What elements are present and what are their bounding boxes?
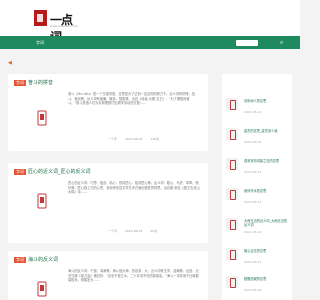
sidebar-item-title[interactable]: 大而无当的近义词_大而无当的反义词 [244, 219, 288, 227]
thumbnail-icon [37, 110, 47, 126]
logo-mark [34, 10, 47, 26]
sidebar-item[interactable]: 豪杰的意思_豪杰怎么读 2024-06-05 [226, 126, 288, 154]
sidebar-item-title[interactable]: 豪杰的意思_豪杰怎么读 [244, 129, 288, 133]
sidebar-thumbnail[interactable] [226, 98, 238, 110]
sidebar-item-date: 2024-06-11 [244, 200, 262, 204]
view-count: 59次 [150, 229, 158, 233]
sidebar-item[interactable]: 大而无当的近义词_大而无当的反义词 2024-06-10 [226, 216, 288, 244]
sidebar-thumbnail[interactable] [226, 128, 238, 140]
sidebar-item-title[interactable]: 雄心壮志的意思 [244, 249, 288, 253]
article-title[interactable]: 匠心的近义词_匠心的反义词 [28, 168, 91, 175]
sidebar-item-date: 2024-06-12 [244, 110, 262, 114]
sidebar-item-date: 2024-06-05 [244, 140, 262, 144]
notice-bar: ◀ [0, 58, 300, 68]
sidebar-item-date: 2024-06-11 [244, 260, 262, 264]
sidebar-item-title[interactable]: 百年树人的意思 [244, 99, 288, 103]
sidebar-item[interactable]: 燕雀安知鸿鹄之志的意思 2024-06-13 [226, 156, 288, 184]
sidebar-item-date: 2024-06-10 [244, 230, 262, 234]
thumbnail-icon [37, 193, 47, 209]
sidebar-recent-posts: 百年树人的意思 2024-06-12 豪杰的意思_豪杰怎么读 2024-06-0… [222, 74, 292, 300]
sidebar-thumbnail[interactable] [226, 158, 238, 170]
logo-tagline: www.example.com [50, 24, 79, 28]
sidebar-thumbnail[interactable] [226, 276, 238, 288]
sidebar-item[interactable]: 雄心壮志的意思 2024-06-11 [226, 246, 288, 274]
author[interactable]: 一个字 [108, 229, 117, 233]
article-excerpt: 奋斗（fèn dòu）是一个汉语词语，意思是为了达到一定目的而努力干。近义词有拼… [68, 92, 195, 106]
article-title[interactable]: 海斗的反义词 [28, 256, 58, 263]
sidebar-thumbnail[interactable] [226, 248, 238, 260]
category-label[interactable]: 字词 [14, 80, 26, 86]
article-card: 字词 匠心的近义词_匠心的反义词 匠心的近义词：巧思、独创、精心、别具匠心、独具… [8, 163, 208, 243]
sidebar-item[interactable]: 百年树人的意思 2024-06-12 [226, 96, 288, 124]
article-thumbnail[interactable] [32, 279, 52, 299]
megaphone-icon: ◀ [8, 60, 12, 66]
article-card: 字词 奋斗的拼音 奋斗（fèn dòu）是一个汉语词语，意思是为了达到一定目的而… [8, 74, 208, 151]
sidebar-item[interactable]: 狐假虎威的意思 2024-06-09 [226, 274, 288, 300]
thumbnail-icon [37, 281, 47, 297]
post-date: 2024-06-22 [124, 137, 143, 141]
sidebar-item-date: 2024-06-13 [244, 170, 262, 174]
top-header: 一点词 www.example.com [0, 0, 300, 44]
search-icon[interactable]: ⌕ [280, 40, 286, 46]
article-thumbnail[interactable] [32, 191, 52, 211]
sidebar-item-title[interactable]: 狐假虎威的意思 [244, 277, 288, 281]
author[interactable]: 一个字 [108, 137, 117, 141]
category-label[interactable]: 字词 [14, 169, 26, 175]
sidebar-item-date: 2024-06-09 [244, 288, 262, 292]
sidebar-thumbnail[interactable] [226, 188, 238, 200]
article-card: 字词 海斗的反义词 海斗的反义词：干涸、涓滴等。海斗指大海，形容多、大。近义词有… [8, 251, 208, 300]
category-label[interactable]: 字词 [14, 257, 26, 263]
article-title[interactable]: 奋斗的拼音 [28, 79, 53, 86]
article-meta: 一个字 2024-06-22 59次 [108, 229, 164, 233]
view-count: 140次 [150, 137, 160, 141]
article-excerpt: 海斗的反义词：干涸、涓滴等。海斗指大海，形容多、大。近义词有汪洋、浩瀚等。出处：… [68, 269, 200, 283]
article-thumbnail[interactable] [32, 108, 52, 128]
sidebar-item[interactable]: 悬河泻水的意思 2024-06-11 [226, 186, 288, 214]
site-logo[interactable]: 一点词 www.example.com [34, 10, 78, 44]
search-input[interactable] [236, 40, 258, 46]
post-date: 2024-06-22 [124, 229, 143, 233]
sidebar-item-title[interactable]: 燕雀安知鸿鹄之志的意思 [244, 159, 288, 163]
article-excerpt: 匠心的近义词：巧思、独创、精心、别具匠心、独具匠心等。反义词：粗心、马虎、草率、… [68, 181, 200, 195]
sidebar-item-title[interactable]: 悬河泻水的意思 [244, 189, 288, 193]
sidebar-thumbnail[interactable] [226, 218, 238, 230]
article-meta: 一个字 2024-06-22 140次 [108, 137, 166, 141]
nav-home-link[interactable]: 字词 [36, 40, 44, 46]
